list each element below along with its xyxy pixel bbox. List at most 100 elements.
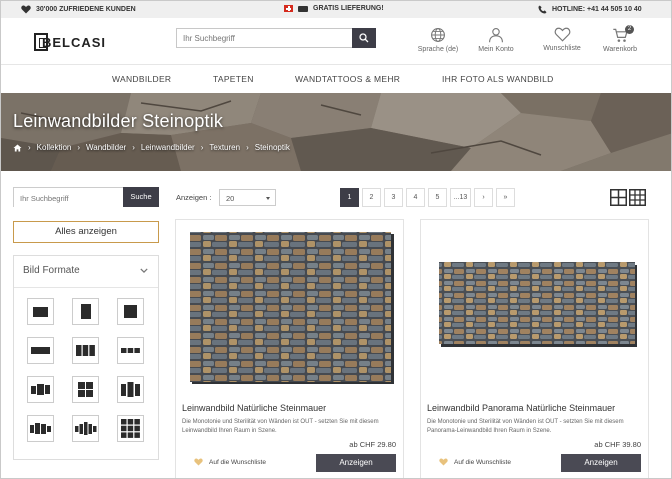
format-five-panel-option[interactable] (72, 415, 99, 442)
show-all-button[interactable]: Alles anzeigen (13, 221, 159, 243)
page-last-button[interactable]: ...13 (450, 188, 471, 207)
delivery-truck-icon (298, 5, 308, 12)
nav-item-ihr-foto[interactable]: IHR FOTO ALS WANDBILD (442, 74, 554, 84)
nav-item-tapeten[interactable]: TAPETEN (213, 74, 254, 84)
format-wave-option[interactable] (27, 415, 54, 442)
chevron-down-icon[interactable] (140, 268, 148, 273)
formats-title[interactable]: Bild Formate (23, 265, 80, 276)
globe-icon (431, 28, 445, 42)
product-card[interactable]: Leinwandbild Panorama Natürliche Steinma… (420, 219, 649, 478)
view-product-button[interactable]: Anzeigen (561, 454, 641, 472)
product-image[interactable] (176, 220, 403, 395)
format-staggered-icon (121, 382, 140, 397)
view-product-button[interactable]: Anzeigen (316, 454, 396, 472)
wishlist-text: Auf die Wunschliste (209, 458, 266, 466)
logo-mark-icon (34, 33, 48, 51)
listing-toolbar: Anzeigen : 20 1 2 3 4 5 ...13 › » (176, 188, 648, 208)
page-next-button[interactable]: › (474, 188, 493, 207)
format-square-option[interactable] (117, 298, 144, 325)
page-title: Leinwandbilder Steinoptik (13, 111, 224, 131)
grid-3-view-icon[interactable] (629, 189, 646, 206)
product-title[interactable]: Leinwandbild Panorama Natürliche Steinma… (427, 403, 615, 413)
format-panorama-option[interactable] (27, 337, 54, 364)
add-to-wishlist[interactable]: Auf die Wunschliste (439, 458, 511, 466)
format-four-panel-icon (78, 382, 93, 397)
user-icon (489, 28, 503, 43)
home-icon[interactable] (13, 143, 22, 152)
show-label: Anzeigen : (176, 193, 212, 202)
breadcrumb-wandbilder[interactable]: Wandbilder (86, 143, 126, 152)
grid-2-view-icon[interactable] (610, 189, 627, 206)
page-2-button[interactable]: 2 (362, 188, 381, 207)
page-3-button[interactable]: 3 (384, 188, 403, 207)
per-page-value: 20 (226, 194, 235, 203)
cart-count-badge: 2 (625, 25, 634, 34)
page-4-button[interactable]: 4 (406, 188, 425, 207)
header: BELCASI Sprache (de) Mein Konto Wunschli… (1, 18, 671, 64)
breadcrumb-separator: › (132, 143, 135, 152)
format-nine-panel-option[interactable] (117, 415, 144, 442)
heart-icon (21, 5, 31, 14)
per-page-select[interactable]: 20 (219, 189, 276, 206)
account-link[interactable]: Mein Konto (472, 27, 520, 53)
product-card[interactable]: Leinwandbild Natürliche Steinmauer Die M… (175, 219, 404, 478)
format-mixed-option[interactable] (27, 376, 54, 403)
heart-outline-icon (554, 27, 570, 42)
format-portrait-option[interactable] (72, 298, 99, 325)
add-to-wishlist[interactable]: Auf die Wunschliste (194, 458, 266, 466)
product-description: Die Monotonie und Sterilität von Wänden … (427, 419, 624, 434)
format-triptych-option[interactable] (72, 337, 99, 364)
wishlist-link[interactable]: Wunschliste (538, 27, 586, 52)
format-panorama-icon (31, 347, 50, 354)
wishlist-text: Auf die Wunschliste (454, 458, 511, 466)
format-square-icon (124, 305, 137, 318)
hero-stone-image (1, 93, 671, 171)
hero-banner: Leinwandbilder Steinoptik › Kollektion ›… (1, 93, 671, 171)
sidebar-search: Suche (13, 187, 159, 208)
hotline-info[interactable]: HOTLINE: +41 44 505 10 40 (538, 5, 642, 14)
header-search-input[interactable] (177, 29, 353, 47)
delivery-text: GRATIS LIEFERUNG! (313, 5, 384, 12)
delivery-info: GRATIS LIEFERUNG! (284, 5, 384, 12)
format-nine-panel-icon (121, 419, 140, 438)
breadcrumb-texturen[interactable]: Texturen (209, 143, 240, 152)
hotline-text: HOTLINE: +41 44 505 10 40 (552, 6, 642, 13)
nav-item-wandbilder[interactable]: WANDBILDER (112, 74, 171, 84)
format-landscape-icon (33, 307, 48, 317)
format-triptych-panorama-option[interactable] (117, 337, 144, 364)
formats-filter: Bild Formate (13, 255, 159, 460)
top-bar: 30'000 ZUFRIEDENE KUNDEN GRATIS LIEFERUN… (1, 1, 671, 18)
format-landscape-option[interactable] (27, 298, 54, 325)
format-triptych-panorama-icon (121, 348, 140, 353)
sidebar-search-input[interactable] (14, 189, 124, 208)
search-icon (359, 33, 369, 43)
nav-item-wandtattoos[interactable]: WANDTATTOOS & MEHR (295, 74, 400, 84)
logo[interactable]: BELCASI (34, 31, 106, 53)
header-search-button[interactable] (352, 28, 376, 48)
breadcrumb-separator: › (200, 143, 204, 152)
breadcrumb-kollektion[interactable]: Kollektion (37, 143, 72, 152)
heart-icon (194, 458, 203, 466)
product-price: ab CHF 29.80 (349, 440, 396, 449)
page-1-button[interactable]: 1 (340, 188, 359, 207)
format-staggered-option[interactable] (117, 376, 144, 403)
language-selector[interactable]: Sprache (de) (414, 27, 462, 53)
breadcrumb-separator: › (28, 143, 31, 152)
cart-link[interactable]: 2 Warenkorb (596, 25, 644, 53)
product-description: Die Monotonie und Sterilität von Wänden … (182, 419, 379, 434)
format-four-panel-option[interactable] (72, 376, 99, 403)
sidebar-search-button[interactable]: Suche (123, 187, 159, 207)
product-image[interactable] (421, 220, 648, 395)
formats-divider (14, 287, 158, 288)
format-mixed-icon (31, 384, 50, 395)
swiss-flag-icon (284, 5, 293, 12)
page-5-button[interactable]: 5 (428, 188, 447, 207)
page-end-button[interactable]: » (496, 188, 515, 207)
account-label: Mein Konto (478, 46, 514, 53)
heart-icon (439, 458, 448, 466)
product-price: ab CHF 39.80 (594, 440, 641, 449)
header-search (176, 28, 376, 48)
breadcrumb-leinwandbilder[interactable]: Leinwandbilder (141, 143, 195, 152)
format-portrait-icon (81, 304, 91, 319)
product-title[interactable]: Leinwandbild Natürliche Steinmauer (182, 403, 326, 413)
